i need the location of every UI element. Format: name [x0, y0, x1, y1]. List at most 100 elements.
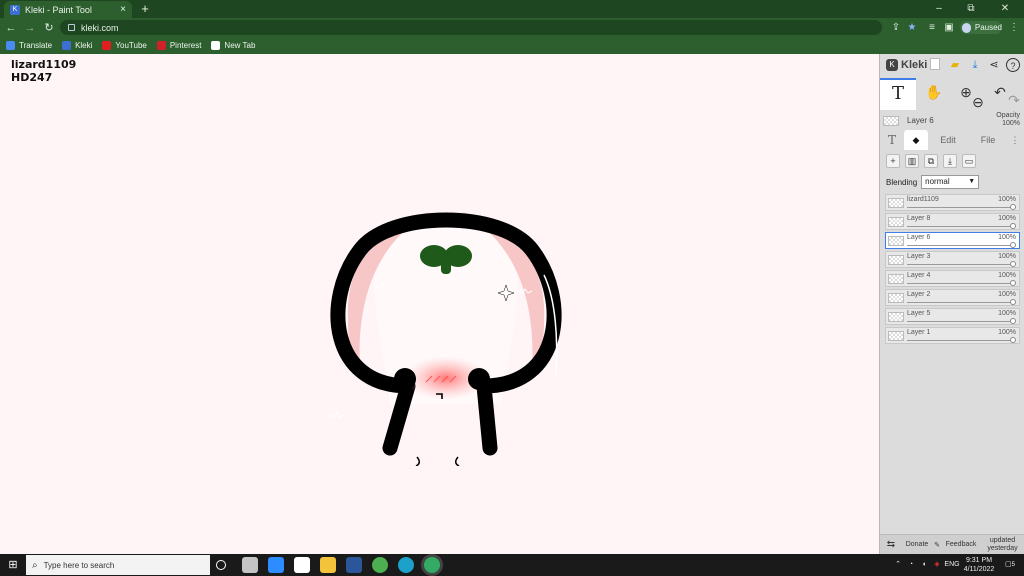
layer-opacity-slider[interactable] — [907, 264, 1013, 265]
opacity-value: 100% — [1002, 120, 1020, 127]
paint-app-icon[interactable] — [242, 557, 258, 573]
share-icon[interactable]: ⋖ — [987, 58, 1001, 72]
feedback-link[interactable]: Feedback — [942, 541, 980, 548]
layer-thumbnail — [888, 274, 904, 284]
window-minimize-button[interactable]: – — [924, 0, 954, 18]
notifications-icon[interactable]: ▢5 — [1000, 554, 1020, 576]
forward-arrow-icon[interactable]: → — [22, 20, 38, 36]
layer-opacity-slider[interactable] — [907, 340, 1013, 341]
language-indicator[interactable]: ENG — [944, 554, 960, 576]
taskbar-search[interactable]: ⌕ Type here to search — [26, 555, 210, 575]
layer-opacity-knob[interactable] — [1010, 280, 1016, 286]
layer-opacity-knob[interactable] — [1010, 204, 1016, 210]
bookmark-pinterest[interactable]: Pinterest — [156, 41, 201, 50]
taskbar-search-placeholder: Type here to search — [43, 560, 115, 570]
bookmark-star-icon[interactable]: ★ — [904, 18, 920, 37]
task-view-icon[interactable] — [216, 560, 226, 570]
share-icon[interactable]: ⇪ — [888, 18, 904, 37]
layer-opacity-knob[interactable] — [1010, 223, 1016, 229]
chrome-app-icon[interactable] — [372, 557, 388, 573]
save-icon[interactable]: ▰ — [948, 58, 962, 72]
bookmark-kleki[interactable]: Kleki — [62, 41, 92, 50]
help-icon[interactable]: ? — [1006, 58, 1020, 72]
new-image-icon[interactable] — [930, 58, 940, 70]
swap-icon[interactable]: ⇆ — [880, 539, 902, 550]
layer-row[interactable]: Layer 1 100% — [885, 327, 1020, 344]
reload-icon[interactable]: ↻ — [41, 20, 57, 36]
layer-row[interactable]: Layer 3 100% — [885, 251, 1020, 268]
network-icon[interactable]: ◔ — [905, 554, 917, 576]
zoom-out-icon[interactable]: ⊖ — [968, 92, 988, 112]
layer-row[interactable]: Layer 8 100% — [885, 213, 1020, 230]
address-bar[interactable]: kleki.com — [60, 20, 882, 35]
volume-icon[interactable]: ◖ — [918, 554, 930, 576]
gmail-app-icon[interactable] — [294, 557, 310, 573]
opacity-readout: Opacity 100% — [996, 112, 1020, 128]
layer-opacity-knob[interactable] — [1010, 299, 1016, 305]
window-close-button[interactable]: ✕ — [990, 0, 1020, 18]
redo-icon[interactable]: ↷ — [1004, 90, 1024, 110]
layer-opacity-knob[interactable] — [1010, 261, 1016, 267]
windows-start-icon[interactable]: ⊞ — [0, 554, 26, 576]
profile-button[interactable]: Paused — [960, 21, 1002, 34]
panel-more-icon[interactable]: ⋮ — [1008, 130, 1022, 150]
clock[interactable]: 9:31 PM 4/11/2022 — [962, 554, 996, 576]
layer-name: Layer 4 — [907, 272, 931, 279]
blending-select[interactable]: normal ▼ — [921, 175, 980, 189]
hand-tool-icon[interactable]: ✋ — [924, 82, 944, 102]
bookmark-new-tab[interactable]: New Tab — [211, 41, 255, 50]
layer-opacity: 100% — [998, 310, 1016, 317]
tray-overflow-icon[interactable]: ⌃ — [892, 554, 904, 576]
layer-opacity-knob[interactable] — [1010, 242, 1016, 248]
donate-link[interactable]: Donate — [902, 541, 932, 548]
layer-row[interactable]: Layer 5 100% — [885, 308, 1020, 325]
word-app-icon[interactable] — [346, 557, 362, 573]
tab-file[interactable]: File — [968, 130, 1008, 150]
tab-layers[interactable]: ◆ — [904, 130, 928, 150]
layer-thumbnail — [888, 198, 904, 208]
text-tool-button[interactable]: T — [880, 78, 916, 110]
download-icon[interactable]: ⤓ — [968, 58, 982, 72]
back-arrow-icon[interactable]: ← — [3, 20, 19, 36]
layer-opacity-knob[interactable] — [1010, 337, 1016, 343]
layer-row[interactable]: Layer 4 100% — [885, 270, 1020, 287]
layer-opacity-slider[interactable] — [907, 226, 1013, 227]
merge-layer-button[interactable]: ⤓ — [943, 154, 957, 168]
layer-opacity-slider[interactable] — [907, 321, 1013, 322]
duplicate-layer-button[interactable]: ⧉ — [924, 154, 938, 168]
browser-menu-icon[interactable]: ⋮ — [1006, 18, 1022, 37]
layer-row[interactable]: Layer 6 100% — [885, 232, 1020, 249]
kleki-brand: Kleki — [901, 59, 928, 71]
window-restore-button[interactable]: ⧉ — [956, 0, 986, 18]
delete-layer-button[interactable]: ▥ — [905, 154, 919, 168]
edge-app-icon[interactable] — [398, 557, 414, 573]
layer-opacity-slider[interactable] — [907, 283, 1013, 284]
updated-line1: updated — [989, 536, 1016, 544]
layer-row[interactable]: lizard1109 100% — [885, 194, 1020, 211]
layer-opacity-slider[interactable] — [907, 245, 1013, 246]
browser-tab-kleki[interactable]: K Kleki - Paint Tool × — [4, 1, 132, 18]
side-panel-icon[interactable]: ▣ — [941, 18, 957, 37]
drawing-canvas[interactable]: lizard1109 HD247 — [0, 54, 879, 554]
zoom-app-icon[interactable] — [268, 557, 284, 573]
chrome-active-app-icon[interactable] — [424, 557, 440, 573]
add-layer-button[interactable]: + — [886, 154, 900, 168]
file-explorer-icon[interactable] — [320, 557, 336, 573]
layer-opacity-slider[interactable] — [907, 302, 1013, 303]
blending-label: Blending — [886, 177, 918, 187]
bookmark-translate[interactable]: Translate — [6, 41, 52, 50]
rename-layer-button[interactable]: ▭ — [962, 154, 976, 168]
layer-row[interactable]: Layer 2 100% — [885, 289, 1020, 306]
layer-opacity-slider[interactable] — [907, 207, 1013, 208]
tab-edit[interactable]: Edit — [928, 130, 968, 150]
reading-list-icon[interactable]: ≡ — [924, 18, 940, 37]
tab-tool-settings[interactable]: T — [880, 130, 904, 150]
antivirus-icon[interactable]: ◈ — [931, 554, 943, 576]
layer-name: Layer 2 — [907, 291, 931, 298]
bookmark-youtube[interactable]: YouTube — [102, 41, 147, 50]
layer-opacity-knob[interactable] — [1010, 318, 1016, 324]
opacity-label: Opacity — [996, 112, 1020, 119]
tab-close-icon[interactable]: × — [120, 4, 126, 15]
kleki-side-panel: K Kleki ▰ ⤓ ⋖ ? T ✋ ⊕ ⊖ ↶ ↷ Layer 6 Opac… — [879, 54, 1024, 554]
new-tab-button[interactable]: + — [138, 1, 152, 17]
